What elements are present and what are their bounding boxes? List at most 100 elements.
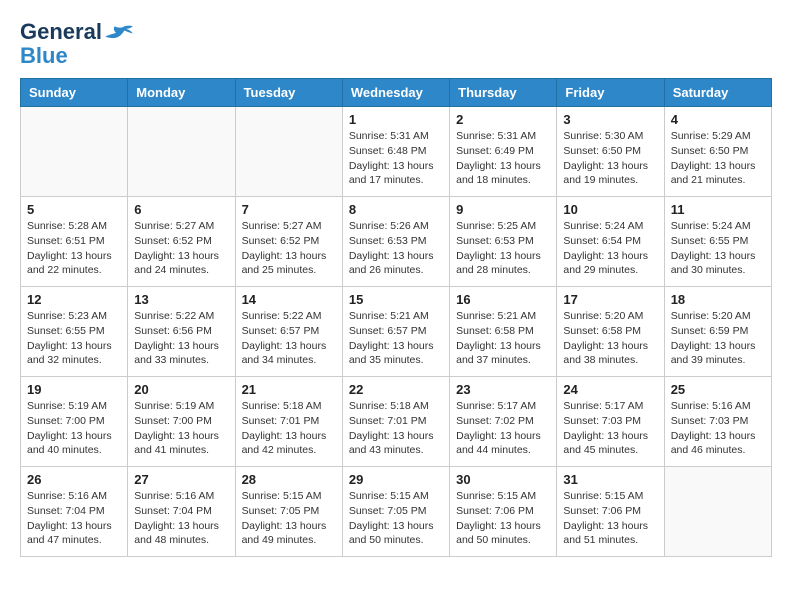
calendar-cell: 7 Sunrise: 5:27 AM Sunset: 6:52 PM Daylig… xyxy=(235,197,342,287)
calendar-cell xyxy=(235,107,342,197)
calendar-week-row: 26 Sunrise: 5:16 AM Sunset: 7:04 PM Dayli… xyxy=(21,467,772,557)
day-number: 19 xyxy=(27,382,121,397)
day-number: 12 xyxy=(27,292,121,307)
day-info: Sunrise: 5:24 AM Sunset: 6:54 PM Dayligh… xyxy=(563,219,657,278)
day-number: 18 xyxy=(671,292,765,307)
day-number: 27 xyxy=(134,472,228,487)
calendar-cell: 25Sunrise: 5:16 AM Sunset: 7:03 PM Dayli… xyxy=(664,377,771,467)
calendar-cell: 5 Sunrise: 5:28 AM Sunset: 6:51 PM Daylig… xyxy=(21,197,128,287)
calendar-cell: 6 Sunrise: 5:27 AM Sunset: 6:52 PM Daylig… xyxy=(128,197,235,287)
calendar-week-row: 19 Sunrise: 5:19 AM Sunset: 7:00 PM Dayli… xyxy=(21,377,772,467)
calendar-cell: 20 Sunrise: 5:19 AM Sunset: 7:00 PM Dayli… xyxy=(128,377,235,467)
calendar-cell: 9 Sunrise: 5:25 AM Sunset: 6:53 PM Daylig… xyxy=(450,197,557,287)
logo: GeneralBlue xyxy=(20,20,134,68)
day-info: Sunrise: 5:15 AM Sunset: 7:05 PM Dayligh… xyxy=(349,489,443,548)
calendar-cell: 30Sunrise: 5:15 AM Sunset: 7:06 PM Dayli… xyxy=(450,467,557,557)
calendar-cell xyxy=(664,467,771,557)
calendar-week-row: 5 Sunrise: 5:28 AM Sunset: 6:51 PM Daylig… xyxy=(21,197,772,287)
calendar-cell: 15 Sunrise: 5:21 AM Sunset: 6:57 PM Dayli… xyxy=(342,287,449,377)
calendar-cell: 31Sunrise: 5:15 AM Sunset: 7:06 PM Dayli… xyxy=(557,467,664,557)
day-info: Sunrise: 5:22 AM Sunset: 6:57 PM Dayligh… xyxy=(242,309,336,368)
day-info: Sunrise: 5:26 AM Sunset: 6:53 PM Dayligh… xyxy=(349,219,443,278)
day-number: 2 xyxy=(456,112,550,127)
calendar-cell: 19Sunrise: 5:19 AM Sunset: 7:00 PM Dayli… xyxy=(21,377,128,467)
weekday-header-saturday: Saturday xyxy=(664,79,771,107)
day-info: Sunrise: 5:19 AM Sunset: 7:00 PM Dayligh… xyxy=(134,399,228,458)
day-number: 15 xyxy=(349,292,443,307)
day-info: Sunrise: 5:18 AM Sunset: 7:01 PM Dayligh… xyxy=(349,399,443,458)
weekday-header-monday: Monday xyxy=(128,79,235,107)
day-info: Sunrise: 5:15 AM Sunset: 7:05 PM Dayligh… xyxy=(242,489,336,548)
day-info: Sunrise: 5:31 AM Sunset: 6:49 PM Dayligh… xyxy=(456,129,550,188)
weekday-header-tuesday: Tuesday xyxy=(235,79,342,107)
day-number: 13 xyxy=(134,292,228,307)
day-info: Sunrise: 5:28 AM Sunset: 6:51 PM Dayligh… xyxy=(27,219,121,278)
day-number: 23 xyxy=(456,382,550,397)
day-number: 26 xyxy=(27,472,121,487)
day-info: Sunrise: 5:21 AM Sunset: 6:57 PM Dayligh… xyxy=(349,309,443,368)
day-number: 29 xyxy=(349,472,443,487)
day-number: 16 xyxy=(456,292,550,307)
calendar-table: SundayMondayTuesdayWednesdayThursdayFrid… xyxy=(20,78,772,557)
day-info: Sunrise: 5:22 AM Sunset: 6:56 PM Dayligh… xyxy=(134,309,228,368)
calendar-cell: 13 Sunrise: 5:22 AM Sunset: 6:56 PM Dayli… xyxy=(128,287,235,377)
calendar-cell: 1 Sunrise: 5:31 AM Sunset: 6:48 PM Daylig… xyxy=(342,107,449,197)
day-number: 7 xyxy=(242,202,336,217)
calendar-cell: 28 Sunrise: 5:15 AM Sunset: 7:05 PM Dayli… xyxy=(235,467,342,557)
day-info: Sunrise: 5:16 AM Sunset: 7:04 PM Dayligh… xyxy=(27,489,121,548)
day-info: Sunrise: 5:16 AM Sunset: 7:04 PM Dayligh… xyxy=(134,489,228,548)
day-info: Sunrise: 5:18 AM Sunset: 7:01 PM Dayligh… xyxy=(242,399,336,458)
day-number: 9 xyxy=(456,202,550,217)
logo-blue: Blue xyxy=(20,43,68,68)
day-number: 21 xyxy=(242,382,336,397)
day-number: 1 xyxy=(349,112,443,127)
day-number: 31 xyxy=(563,472,657,487)
calendar-cell: 10 Sunrise: 5:24 AM Sunset: 6:54 PM Dayli… xyxy=(557,197,664,287)
calendar-cell: 21 Sunrise: 5:18 AM Sunset: 7:01 PM Dayli… xyxy=(235,377,342,467)
day-number: 24 xyxy=(563,382,657,397)
day-number: 28 xyxy=(242,472,336,487)
day-number: 5 xyxy=(27,202,121,217)
day-number: 3 xyxy=(563,112,657,127)
day-info: Sunrise: 5:24 AM Sunset: 6:55 PM Dayligh… xyxy=(671,219,765,278)
calendar-cell: 4 Sunrise: 5:29 AM Sunset: 6:50 PM Daylig… xyxy=(664,107,771,197)
day-info: Sunrise: 5:29 AM Sunset: 6:50 PM Dayligh… xyxy=(671,129,765,188)
calendar-cell: 27 Sunrise: 5:16 AM Sunset: 7:04 PM Dayli… xyxy=(128,467,235,557)
day-number: 14 xyxy=(242,292,336,307)
calendar-cell: 14 Sunrise: 5:22 AM Sunset: 6:57 PM Dayli… xyxy=(235,287,342,377)
calendar-week-row: 1 Sunrise: 5:31 AM Sunset: 6:48 PM Daylig… xyxy=(21,107,772,197)
calendar-cell: 3 Sunrise: 5:30 AM Sunset: 6:50 PM Daylig… xyxy=(557,107,664,197)
weekday-header-sunday: Sunday xyxy=(21,79,128,107)
calendar-cell: 11 Sunrise: 5:24 AM Sunset: 6:55 PM Dayli… xyxy=(664,197,771,287)
calendar-cell: 26 Sunrise: 5:16 AM Sunset: 7:04 PM Dayli… xyxy=(21,467,128,557)
calendar-cell: 2 Sunrise: 5:31 AM Sunset: 6:49 PM Daylig… xyxy=(450,107,557,197)
day-number: 17 xyxy=(563,292,657,307)
calendar-cell: 18Sunrise: 5:20 AM Sunset: 6:59 PM Dayli… xyxy=(664,287,771,377)
weekday-header-wednesday: Wednesday xyxy=(342,79,449,107)
day-number: 11 xyxy=(671,202,765,217)
day-number: 10 xyxy=(563,202,657,217)
calendar-header-row: SundayMondayTuesdayWednesdayThursdayFrid… xyxy=(21,79,772,107)
weekday-header-thursday: Thursday xyxy=(450,79,557,107)
day-number: 8 xyxy=(349,202,443,217)
day-info: Sunrise: 5:30 AM Sunset: 6:50 PM Dayligh… xyxy=(563,129,657,188)
day-info: Sunrise: 5:27 AM Sunset: 6:52 PM Dayligh… xyxy=(242,219,336,278)
logo-text: GeneralBlue xyxy=(20,20,102,68)
calendar-cell: 8 Sunrise: 5:26 AM Sunset: 6:53 PM Daylig… xyxy=(342,197,449,287)
day-number: 20 xyxy=(134,382,228,397)
day-info: Sunrise: 5:27 AM Sunset: 6:52 PM Dayligh… xyxy=(134,219,228,278)
calendar-cell: 22Sunrise: 5:18 AM Sunset: 7:01 PM Dayli… xyxy=(342,377,449,467)
day-number: 6 xyxy=(134,202,228,217)
calendar-cell: 17 Sunrise: 5:20 AM Sunset: 6:58 PM Dayli… xyxy=(557,287,664,377)
weekday-header-friday: Friday xyxy=(557,79,664,107)
day-number: 4 xyxy=(671,112,765,127)
calendar-cell: 16 Sunrise: 5:21 AM Sunset: 6:58 PM Dayli… xyxy=(450,287,557,377)
page: GeneralBlue SundayMondayTuesdayWednesday… xyxy=(0,0,792,567)
day-info: Sunrise: 5:31 AM Sunset: 6:48 PM Dayligh… xyxy=(349,129,443,188)
day-info: Sunrise: 5:20 AM Sunset: 6:58 PM Dayligh… xyxy=(563,309,657,368)
day-info: Sunrise: 5:25 AM Sunset: 6:53 PM Dayligh… xyxy=(456,219,550,278)
day-info: Sunrise: 5:21 AM Sunset: 6:58 PM Dayligh… xyxy=(456,309,550,368)
logo-bird-icon xyxy=(104,20,134,50)
calendar-cell xyxy=(128,107,235,197)
calendar-cell: 23Sunrise: 5:17 AM Sunset: 7:02 PM Dayli… xyxy=(450,377,557,467)
